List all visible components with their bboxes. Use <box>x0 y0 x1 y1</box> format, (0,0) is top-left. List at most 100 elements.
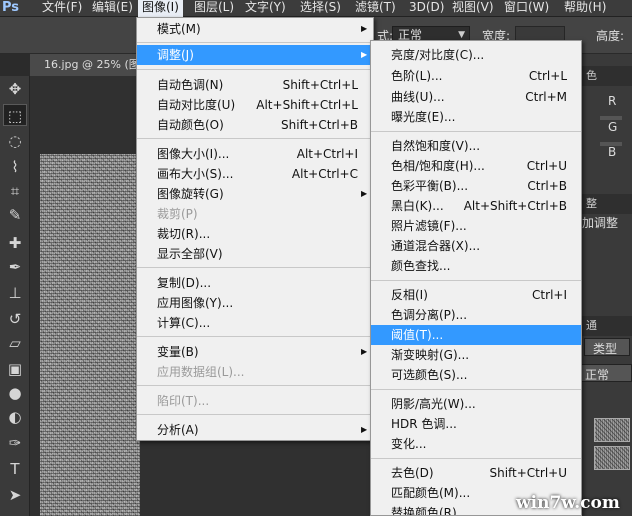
menu-item-variables[interactable]: 变量(B) ▶ <box>137 342 373 362</box>
menu-file[interactable]: 文件(F) <box>38 0 86 17</box>
menu-item-invert[interactable]: 反相(I) Ctrl+I <box>371 285 581 305</box>
menu-item-color-balance[interactable]: 色彩平衡(B)... Ctrl+B <box>371 176 581 196</box>
dodge-icon[interactable]: ◐ <box>3 406 27 428</box>
menu-item-photo-filter[interactable]: 照片滤镜(F)... <box>371 216 581 236</box>
menu-layer[interactable]: 图层(L) <box>190 0 238 17</box>
blend-mode-select[interactable]: 正常 <box>580 364 632 382</box>
menu-image[interactable]: 图像(I) <box>138 0 183 17</box>
menu-item-duplicate[interactable]: 复制(D)... <box>137 273 373 293</box>
menu-edit[interactable]: 编辑(E) <box>88 0 137 17</box>
noise-image <box>40 154 140 516</box>
pen-icon[interactable]: ✑ <box>3 432 27 454</box>
menu-item-canvas-size[interactable]: 画布大小(S)... Alt+Ctrl+C <box>137 164 373 184</box>
blur-icon[interactable]: ● <box>3 382 27 404</box>
menu-item-apply-data-set: 应用数据组(L)... <box>157 365 245 379</box>
crop-icon[interactable]: ⌗ <box>3 180 27 202</box>
menu-separator <box>137 69 373 70</box>
menu-item-reveal-all[interactable]: 显示全部(V) <box>137 244 373 264</box>
image-menu: 模式(M) ▶ 调整(J) ▶ 自动色调(N) Shift+Ctrl+L 自动对… <box>136 17 374 441</box>
eyedropper-icon[interactable]: ✎ <box>3 204 27 226</box>
gradient-icon[interactable]: ▣ <box>3 358 27 380</box>
menu-help[interactable]: 帮助(H) <box>560 0 610 17</box>
brush-icon[interactable]: ✒ <box>3 256 27 278</box>
menu-item-selective-color[interactable]: 可选颜色(S)... <box>371 365 581 385</box>
menu-separator <box>137 267 373 268</box>
menu-item-vibrance[interactable]: 自然饱和度(V)... <box>371 136 581 156</box>
document-tab-title: 16.jpg @ 25% (图 <box>44 58 140 71</box>
menu-item-color-lookup[interactable]: 颜色查找... <box>371 256 581 276</box>
submenu-arrow-icon: ▶ <box>361 425 368 434</box>
document-tab[interactable]: 16.jpg @ 25% (图 <box>30 54 140 76</box>
channel-b-label: B <box>608 145 617 159</box>
menu-item-auto-tone[interactable]: 自动色调(N) Shift+Ctrl+L <box>137 75 373 95</box>
watermark-text: win7w.com <box>516 493 620 513</box>
menu-item-auto-color[interactable]: 自动颜色(O) Shift+Ctrl+B <box>137 115 373 135</box>
submenu-arrow-icon: ▶ <box>361 24 368 33</box>
menu-separator <box>137 138 373 139</box>
healing-brush-icon[interactable]: ✚ <box>3 232 27 254</box>
move-icon[interactable]: ✥ <box>3 78 27 100</box>
marquee-icon[interactable]: ⬚ <box>3 104 27 126</box>
menu-item-exposure[interactable]: 曝光度(E)... <box>371 107 581 127</box>
menu-separator <box>137 414 373 415</box>
menu-item-trap: 陷印(T)... <box>157 394 210 408</box>
menu-item-levels[interactable]: 色阶(L)... Ctrl+L <box>371 66 581 86</box>
menu-item-gradient-map[interactable]: 渐变映射(G)... <box>371 345 581 365</box>
menu-item-shadows-highlights[interactable]: 阴影/高光(W)... <box>371 394 581 414</box>
layer-thumbnail[interactable] <box>594 446 630 470</box>
menu-type[interactable]: 文字(Y) <box>241 0 290 17</box>
submenu-arrow-icon: ▶ <box>361 347 368 356</box>
menu-item-auto-contrast[interactable]: 自动对比度(U) Alt+Shift+Ctrl+L <box>137 95 373 115</box>
tools-panel: ✥ ⬚ ◌ ⌇ ⌗ ✎ ✚ ✒ ⊥ ↺ ▱ ▣ ● ◐ ✑ T ➤ <box>0 76 30 516</box>
menu-item-trim[interactable]: 裁切(R)... <box>137 224 373 244</box>
submenu-arrow-icon: ▶ <box>361 50 368 59</box>
stamp-icon[interactable]: ⊥ <box>3 282 27 304</box>
menu-item-mode[interactable]: 模式(M) ▶ <box>137 19 373 39</box>
menu-item-posterize[interactable]: 色调分离(P)... <box>371 305 581 325</box>
menu-bar: Ps 文件(F) 编辑(E) 图像(I) 图层(L) 文字(Y) 选择(S) 滤… <box>0 0 632 17</box>
channel-g-label: G <box>608 120 618 134</box>
eraser-icon[interactable]: ▱ <box>3 332 27 354</box>
menu-item-variations[interactable]: 变化... <box>371 434 581 454</box>
menu-3d[interactable]: 3D(D) <box>405 0 448 17</box>
menu-view[interactable]: 视图(V) <box>448 0 498 17</box>
menu-separator <box>137 42 373 43</box>
color-panel-tab[interactable]: 色 <box>580 66 632 86</box>
menu-select[interactable]: 选择(S) <box>296 0 345 17</box>
menu-filter[interactable]: 滤镜(T) <box>351 0 400 17</box>
menu-item-brightness-contrast[interactable]: 亮度/对比度(C)... <box>371 45 581 65</box>
menu-item-image-size[interactable]: 图像大小(I)... Alt+Ctrl+I <box>137 144 373 164</box>
adjustments-submenu: 亮度/对比度(C)... 色阶(L)... Ctrl+L 曲线(U)... Ct… <box>370 40 582 516</box>
menu-item-threshold[interactable]: 阈值(T)... <box>371 325 581 345</box>
menu-item-image-rotation[interactable]: 图像旋转(G) ▶ <box>137 184 373 204</box>
height-label: 高度: <box>596 29 625 43</box>
layers-panel-tab[interactable]: 通 <box>580 316 632 336</box>
menu-item-calculations[interactable]: 计算(C)... <box>137 313 373 333</box>
menu-item-adjustments[interactable]: 调整(J) ▶ <box>137 45 373 65</box>
menu-window[interactable]: 窗口(W) <box>500 0 553 17</box>
menu-separator <box>371 280 581 281</box>
menu-separator <box>371 389 581 390</box>
layer-thumbnail[interactable] <box>594 418 630 442</box>
menu-item-hue-saturation[interactable]: 色相/饱和度(H)... Ctrl+U <box>371 156 581 176</box>
adjustments-panel-tab[interactable]: 整 <box>580 194 632 214</box>
menu-item-curves[interactable]: 曲线(U)... Ctrl+M <box>371 87 581 107</box>
quick-select-icon[interactable]: ⌇ <box>3 156 27 178</box>
menu-separator <box>137 336 373 337</box>
menu-item-desaturate[interactable]: 去色(D) Shift+Ctrl+U <box>371 463 581 483</box>
lasso-icon[interactable]: ◌ <box>3 130 27 152</box>
menu-item-black-white[interactable]: 黑白(K)... Alt+Shift+Ctrl+B <box>371 196 581 216</box>
layer-kind-select[interactable]: 类型 <box>584 338 630 356</box>
menu-item-apply-image[interactable]: 应用图像(Y)... <box>137 293 373 313</box>
path-select-icon[interactable]: ➤ <box>3 484 27 506</box>
adjustments-title: 加调整 <box>582 216 619 230</box>
menu-item-hdr-toning[interactable]: HDR 色调... <box>371 414 581 434</box>
type-icon[interactable]: T <box>3 458 27 480</box>
layer-kind-label: 类型 <box>593 342 618 356</box>
photoshop-logo-icon: Ps <box>2 0 20 15</box>
menu-item-crop: 裁剪(P) <box>157 207 198 221</box>
menu-item-analysis[interactable]: 分析(A) ▶ <box>137 420 373 440</box>
history-brush-icon[interactable]: ↺ <box>3 308 27 330</box>
blend-mode-value: 正常 <box>585 368 610 382</box>
menu-item-channel-mixer[interactable]: 通道混合器(X)... <box>371 236 581 256</box>
